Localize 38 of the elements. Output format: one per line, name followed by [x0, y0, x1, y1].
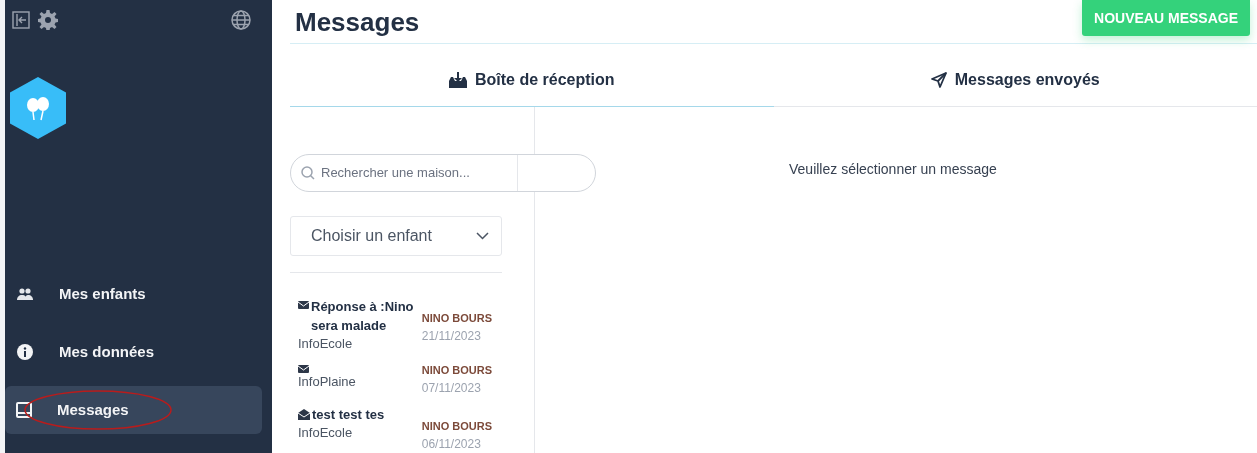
message-sender: InfoEcole — [298, 424, 354, 442]
logo-icon — [10, 77, 66, 139]
info-icon — [17, 344, 33, 360]
sidebar-item[interactable]: Mes données — [5, 328, 262, 376]
envelope-icon — [298, 301, 309, 309]
message-sender: InfoEcole — [298, 335, 354, 353]
search-icon — [301, 166, 315, 180]
message-date: 07/11/2023 — [421, 380, 481, 397]
sidebar-item[interactable]: Mes enfants — [5, 270, 262, 318]
search-input[interactable]: Rechercher une maison... — [321, 163, 511, 183]
tab[interactable]: Boîte de réception — [290, 53, 774, 107]
message-date: 21/11/2023 — [421, 328, 481, 345]
message-item[interactable]: InfoPlaine NINO BOURS 07/11/2023 — [298, 361, 502, 397]
page-title: Messages — [295, 6, 420, 39]
message-item[interactable]: test test tes InfoEcole NINO BOURS 06/11/2023 — [298, 405, 502, 453]
chevron-down-icon — [476, 232, 489, 240]
empty-message-text: Veuillez sélectionner un message — [789, 161, 997, 177]
search-field[interactable]: Rechercher une maison... — [290, 154, 596, 192]
settings-icon[interactable] — [38, 10, 58, 30]
collapse-sidebar-icon[interactable] — [12, 11, 30, 29]
open-envelope-icon — [298, 409, 310, 420]
message-date: 06/11/2023 — [421, 436, 481, 453]
inbox-download-icon — [448, 71, 467, 88]
users-icon — [17, 288, 33, 300]
inbox-icon — [15, 402, 33, 418]
globe-icon[interactable] — [231, 10, 251, 30]
message-subject: test test tes — [312, 406, 385, 424]
child-name: NINO BOURS — [421, 311, 492, 326]
paper-plane-icon — [930, 71, 947, 88]
message-item[interactable]: Réponse à :Nino sera malade InfoEcole NINO BOURS 21/11/2023 — [298, 297, 502, 353]
tab[interactable]: Messages envoyés — [773, 53, 1257, 107]
sidebar-item[interactable]: Messages — [5, 386, 262, 434]
child-name: NINO BOURS — [421, 419, 492, 434]
message-subject: Réponse à :Nino sera malade — [311, 298, 415, 335]
envelope-icon — [298, 365, 309, 373]
child-name: NINO BOURS — [421, 363, 492, 378]
message-sender: InfoPlaine — [298, 373, 357, 391]
child-select[interactable]: Choisir un enfant — [290, 216, 502, 256]
